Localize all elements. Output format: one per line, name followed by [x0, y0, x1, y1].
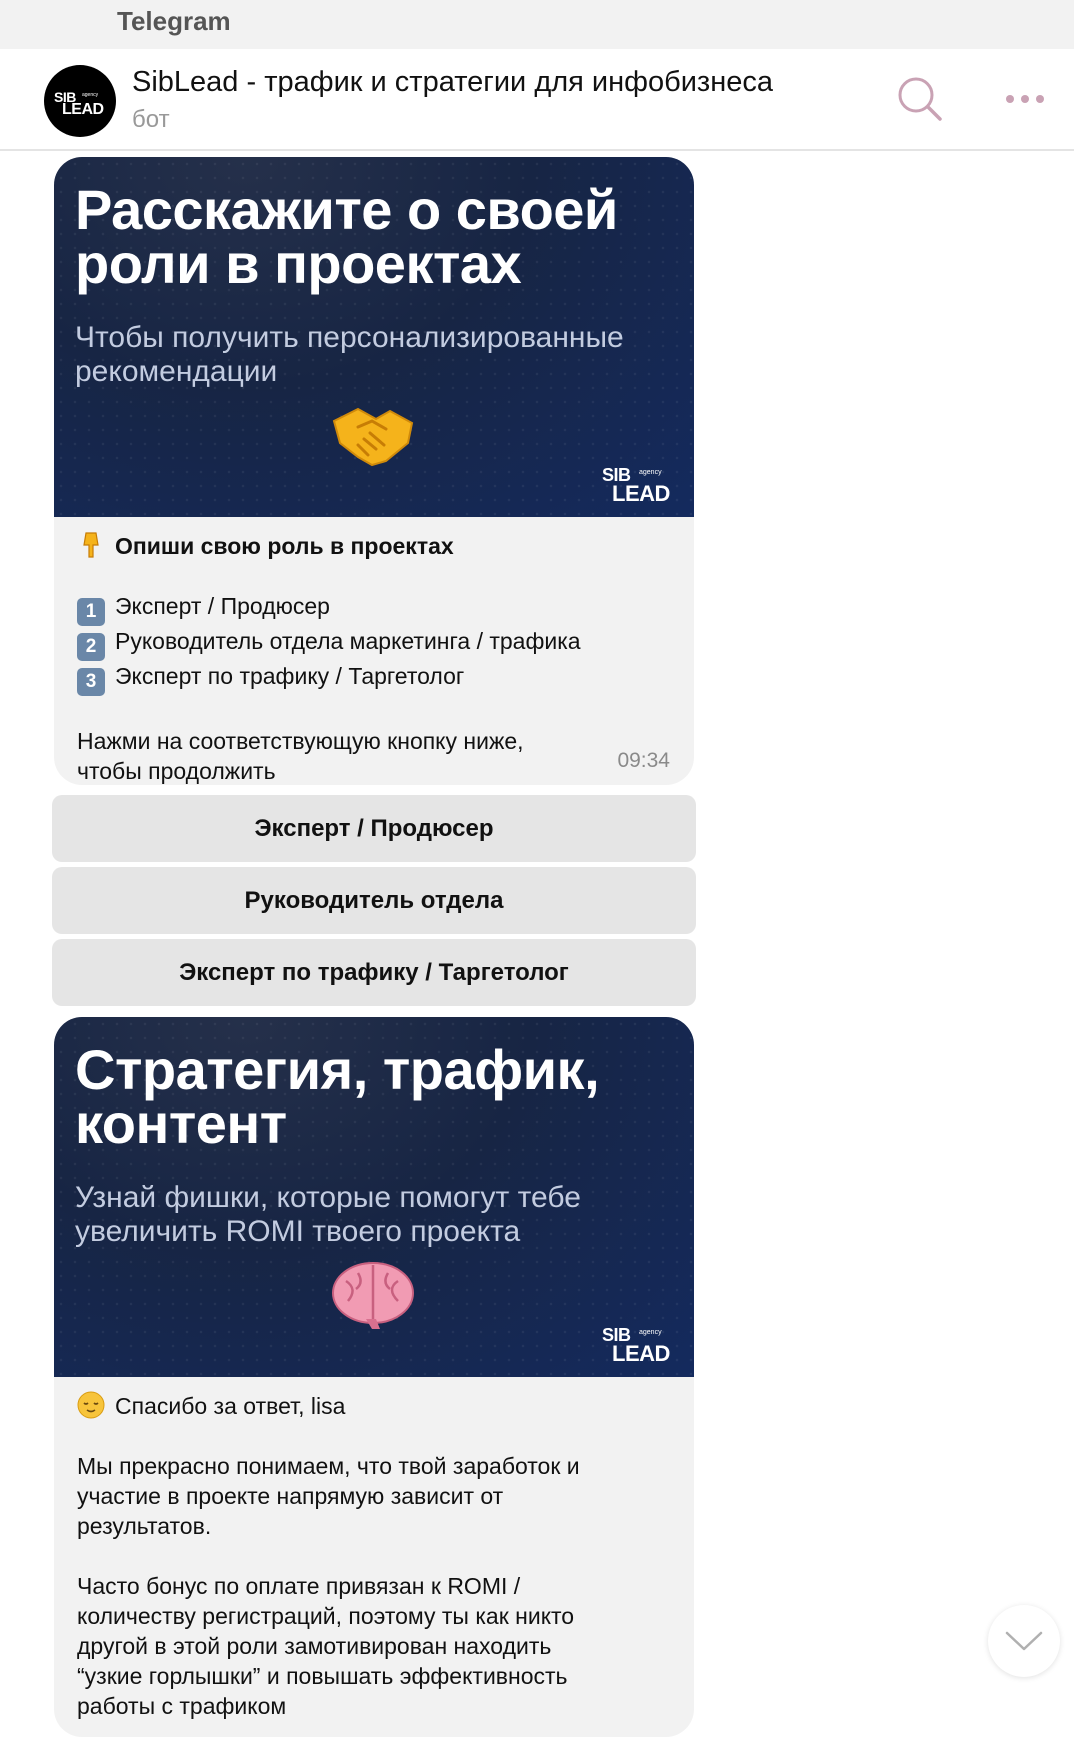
paragraph-line: результатов.: [77, 1513, 212, 1539]
keycap-3-icon: 3: [77, 668, 105, 696]
keycap-2-icon: 2: [77, 633, 105, 661]
paragraph-line: работы с трафиком: [77, 1693, 287, 1719]
message-text: Спасибо за ответ, lisa Мы прекрасно пони…: [77, 1391, 677, 1721]
message-text: Опиши свою роль в проектах 1 Эксперт / Пр…: [77, 531, 677, 785]
brain-icon: [332, 1262, 414, 1329]
paragraph-line: участие в проекте напрямую зависит от: [77, 1483, 504, 1509]
siblead-logo: SIB agency LEAD: [602, 465, 670, 506]
chat-title[interactable]: SibLead - трафик и стратегии для инфобиз…: [132, 66, 773, 99]
chat-subtitle: бот: [132, 106, 170, 133]
message-time: 09:34: [617, 749, 670, 772]
promo-subtitle: Чтобы получить персонализированные реком…: [75, 321, 624, 388]
list-item: 1 Эксперт / Продюсер: [77, 591, 677, 626]
promo-title: Стратегия, трафик, контент: [75, 1038, 600, 1155]
message-footer-line: чтобы продолжить: [77, 758, 276, 784]
promo-image[interactable]: Стратегия, трафик, контент Узнай фишки, …: [54, 1017, 694, 1377]
paragraph-line: количеству регистраций, поэтому ты как н…: [77, 1603, 575, 1629]
keyboard-button-expert[interactable]: Эксперт / Продюсер: [52, 795, 696, 862]
paragraph-line: Часто бонус по оплате привязан к ROMI /: [77, 1573, 521, 1599]
paragraph-line: “узкие горлышки” и повышать эффективност…: [77, 1663, 568, 1689]
bot-message: Стратегия, трафик, контент Узнай фишки, …: [54, 1017, 694, 1737]
keyboard-button-head[interactable]: Руководитель отдела: [52, 867, 696, 934]
pointing-down-icon: [83, 532, 99, 558]
keycap-1-icon: 1: [77, 598, 105, 626]
avatar[interactable]: SIB agency LEAD: [44, 65, 116, 137]
promo-title: Расскажите о своей роли в проектах: [75, 178, 618, 295]
relieved-face-icon: [77, 1391, 105, 1419]
app-title: Telegram: [117, 6, 231, 36]
message-heading: Опиши свою роль в проектах: [77, 531, 677, 561]
app-titlebar: Telegram: [0, 0, 1074, 49]
promo-subtitle: Узнай фишки, которые помогут тебе увелич…: [75, 1181, 581, 1248]
list-item: 2 Руководитель отдела маркетинга / трафик…: [77, 626, 677, 661]
siblead-logo: SIB agency LEAD: [602, 1325, 670, 1366]
paragraph-line: другой в этой роли замотивирован находит…: [77, 1633, 552, 1659]
paragraph-line: Мы прекрасно понимаем, что твой заработо…: [77, 1453, 580, 1479]
chevron-down-icon: [1005, 1631, 1043, 1651]
message-greeting: Спасибо за ответ, lisa: [77, 1391, 677, 1421]
search-icon[interactable]: [895, 74, 945, 124]
keyboard-button-traffic[interactable]: Эксперт по трафику / Таргетолог: [52, 939, 696, 1006]
siblead-logo: SIB agency LEAD: [54, 89, 104, 118]
bot-message: Расскажите о своей роли в проектах Чтобы…: [54, 157, 694, 785]
promo-image[interactable]: Расскажите о своей роли в проектах Чтобы…: [54, 157, 694, 517]
chat-area[interactable]: Расскажите о своей роли в проектах Чтобы…: [0, 151, 1074, 1737]
list-item: 3 Эксперт по трафику / Таргетолог: [77, 661, 677, 696]
message-footer-line: Нажми на соответствующую кнопку ниже,: [77, 728, 524, 754]
chat-header: SIB agency LEAD SibLead - трафик и страт…: [0, 49, 1074, 151]
scroll-down-button[interactable]: [988, 1605, 1060, 1677]
more-icon[interactable]: [1005, 89, 1045, 109]
handshake-icon: [332, 407, 414, 467]
